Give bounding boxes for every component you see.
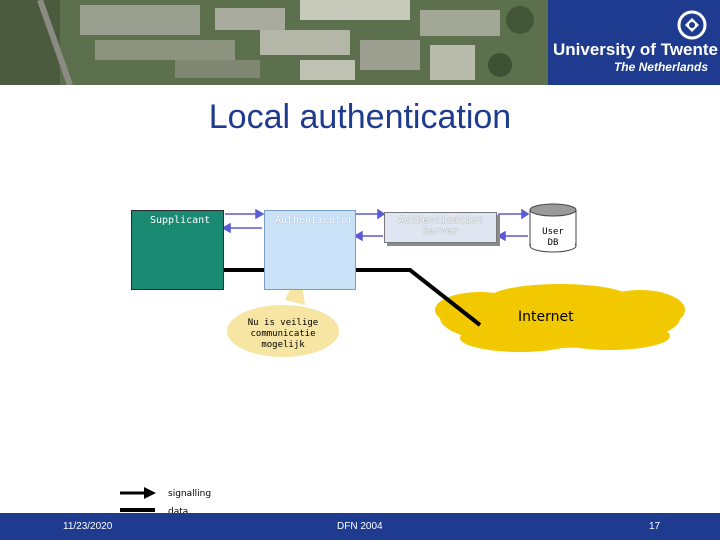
auth-server-label-line2: Server: [422, 226, 459, 237]
authenticator-label: Authenticator: [275, 215, 354, 226]
user-db-label-line1: User: [542, 227, 564, 237]
callout-line1: Nu is veilige: [247, 318, 319, 328]
callout-line3: mogelijk: [261, 340, 305, 350]
auth-server-box: Authentication Server: [384, 212, 497, 243]
legend-signalling-arrow: [120, 487, 156, 499]
footer-date: 11/23/2020: [63, 521, 113, 532]
callout-line2: communicatie: [250, 329, 316, 339]
authenticator-box: Authenticator: [264, 210, 356, 290]
supplicant-label: Supplicant: [150, 215, 211, 226]
diagram-canvas: [120, 203, 685, 512]
internet-label: Internet: [518, 309, 574, 325]
user-db-label-line2: DB: [547, 238, 559, 248]
auth-server-label-line1: Authentication: [398, 215, 483, 226]
footer-page-number: 17: [649, 521, 661, 532]
legend-signalling-label: signalling: [168, 489, 212, 499]
footer-event: DFN 2004: [337, 521, 383, 532]
supplicant-box: Supplicant: [131, 210, 224, 290]
